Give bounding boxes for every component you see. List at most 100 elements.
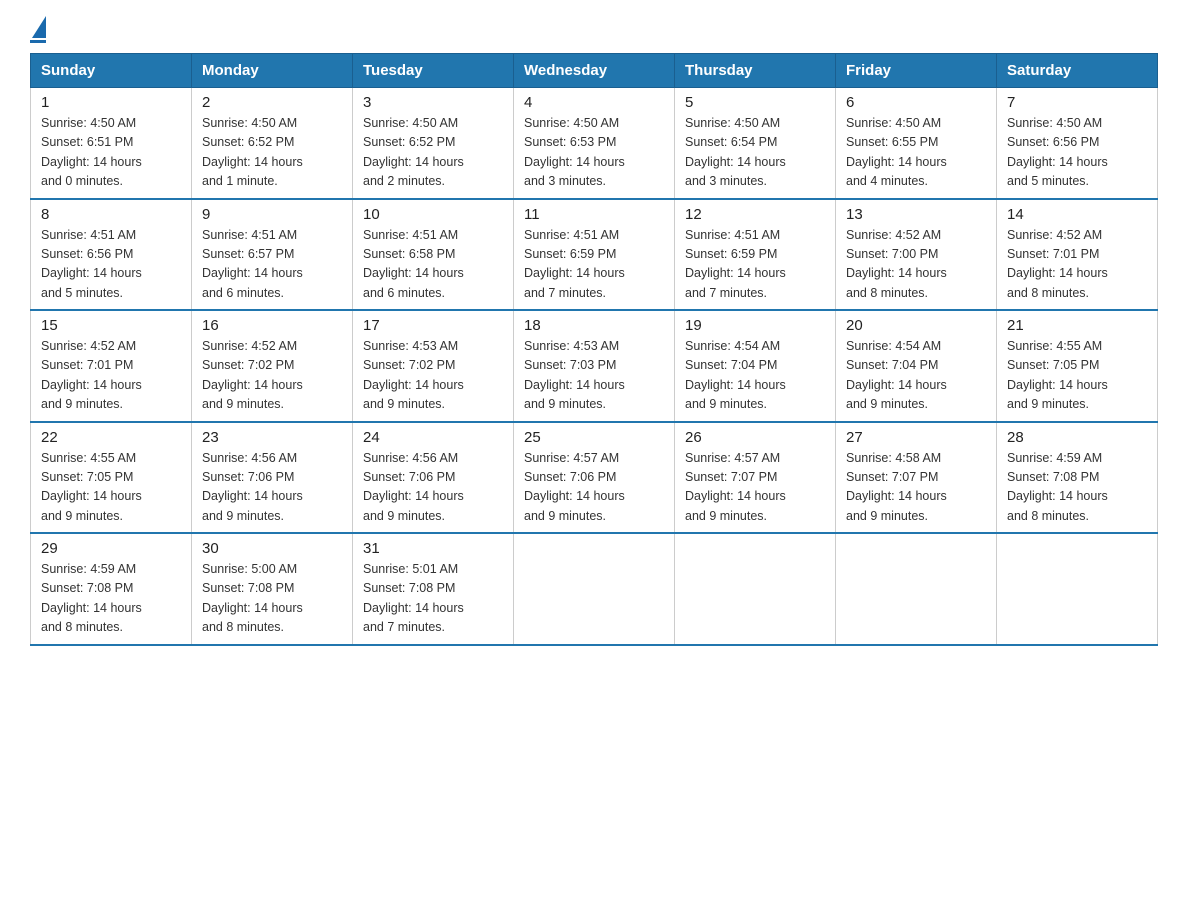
day-info: Sunrise: 4:52 AMSunset: 7:01 PMDaylight:… [1007, 226, 1147, 304]
day-info: Sunrise: 4:56 AMSunset: 7:06 PMDaylight:… [363, 449, 503, 527]
calendar-cell: 31 Sunrise: 5:01 AMSunset: 7:08 PMDayligh… [353, 533, 514, 645]
calendar-cell: 1 Sunrise: 4:50 AMSunset: 6:51 PMDaylight… [31, 88, 192, 199]
calendar-cell: 3 Sunrise: 4:50 AMSunset: 6:52 PMDaylight… [353, 88, 514, 199]
day-number: 2 [202, 94, 342, 111]
calendar-week-3: 15 Sunrise: 4:52 AMSunset: 7:01 PMDayligh… [31, 310, 1158, 422]
day-number: 30 [202, 540, 342, 557]
calendar-cell [836, 533, 997, 645]
day-number: 28 [1007, 429, 1147, 446]
day-number: 13 [846, 206, 986, 223]
day-number: 4 [524, 94, 664, 111]
day-number: 9 [202, 206, 342, 223]
day-info: Sunrise: 4:53 AMSunset: 7:03 PMDaylight:… [524, 337, 664, 415]
weekday-header-friday: Friday [836, 54, 997, 88]
day-info: Sunrise: 4:59 AMSunset: 7:08 PMDaylight:… [41, 560, 181, 638]
day-info: Sunrise: 4:50 AMSunset: 6:52 PMDaylight:… [202, 114, 342, 192]
logo-triangle-icon [32, 16, 46, 38]
calendar-cell: 8 Sunrise: 4:51 AMSunset: 6:56 PMDaylight… [31, 199, 192, 311]
calendar-cell: 7 Sunrise: 4:50 AMSunset: 6:56 PMDaylight… [997, 88, 1158, 199]
calendar-week-5: 29Sunrise: 4:59 AMSunset: 7:08 PMDayligh… [31, 533, 1158, 645]
day-info: Sunrise: 4:50 AMSunset: 6:56 PMDaylight:… [1007, 114, 1147, 192]
day-info: Sunrise: 4:55 AMSunset: 7:05 PMDaylight:… [1007, 337, 1147, 415]
calendar-cell: 25 Sunrise: 4:57 AMSunset: 7:06 PMDayligh… [514, 422, 675, 534]
weekday-header-wednesday: Wednesday [514, 54, 675, 88]
day-number: 1 [41, 94, 181, 111]
calendar-cell [997, 533, 1158, 645]
day-number: 18 [524, 317, 664, 334]
calendar-cell [514, 533, 675, 645]
day-number: 25 [524, 429, 664, 446]
calendar-cell: 15 Sunrise: 4:52 AMSunset: 7:01 PMDayligh… [31, 310, 192, 422]
calendar-cell: 13 Sunrise: 4:52 AMSunset: 7:00 PMDayligh… [836, 199, 997, 311]
weekday-header-monday: Monday [192, 54, 353, 88]
day-info: Sunrise: 4:52 AMSunset: 7:01 PMDaylight:… [41, 337, 181, 415]
calendar-week-2: 8 Sunrise: 4:51 AMSunset: 6:56 PMDaylight… [31, 199, 1158, 311]
calendar-cell: 5 Sunrise: 4:50 AMSunset: 6:54 PMDaylight… [675, 88, 836, 199]
weekday-header-thursday: Thursday [675, 54, 836, 88]
day-number: 26 [685, 429, 825, 446]
calendar-cell: 11Sunrise: 4:51 AMSunset: 6:59 PMDayligh… [514, 199, 675, 311]
day-info: Sunrise: 4:58 AMSunset: 7:07 PMDaylight:… [846, 449, 986, 527]
day-number: 5 [685, 94, 825, 111]
day-info: Sunrise: 5:00 AMSunset: 7:08 PMDaylight:… [202, 560, 342, 638]
calendar-cell: 26 Sunrise: 4:57 AMSunset: 7:07 PMDayligh… [675, 422, 836, 534]
calendar-cell: 21 Sunrise: 4:55 AMSunset: 7:05 PMDayligh… [997, 310, 1158, 422]
day-number: 6 [846, 94, 986, 111]
calendar-cell: 29Sunrise: 4:59 AMSunset: 7:08 PMDayligh… [31, 533, 192, 645]
day-number: 12 [685, 206, 825, 223]
logo [30, 20, 46, 43]
calendar-cell: 27Sunrise: 4:58 AMSunset: 7:07 PMDayligh… [836, 422, 997, 534]
calendar-cell: 14 Sunrise: 4:52 AMSunset: 7:01 PMDayligh… [997, 199, 1158, 311]
day-info: Sunrise: 4:57 AMSunset: 7:06 PMDaylight:… [524, 449, 664, 527]
calendar-cell: 22 Sunrise: 4:55 AMSunset: 7:05 PMDayligh… [31, 422, 192, 534]
day-info: Sunrise: 4:51 AMSunset: 6:57 PMDaylight:… [202, 226, 342, 304]
calendar-cell: 2 Sunrise: 4:50 AMSunset: 6:52 PMDaylight… [192, 88, 353, 199]
calendar-cell: 12 Sunrise: 4:51 AMSunset: 6:59 PMDayligh… [675, 199, 836, 311]
day-info: Sunrise: 4:50 AMSunset: 6:51 PMDaylight:… [41, 114, 181, 192]
calendar-cell: 24 Sunrise: 4:56 AMSunset: 7:06 PMDayligh… [353, 422, 514, 534]
day-info: Sunrise: 4:50 AMSunset: 6:55 PMDaylight:… [846, 114, 986, 192]
day-info: Sunrise: 4:55 AMSunset: 7:05 PMDaylight:… [41, 449, 181, 527]
logo-underline [30, 40, 46, 43]
day-number: 14 [1007, 206, 1147, 223]
day-number: 31 [363, 540, 503, 557]
day-info: Sunrise: 4:53 AMSunset: 7:02 PMDaylight:… [363, 337, 503, 415]
day-info: Sunrise: 4:51 AMSunset: 6:59 PMDaylight:… [685, 226, 825, 304]
day-info: Sunrise: 4:50 AMSunset: 6:52 PMDaylight:… [363, 114, 503, 192]
day-info: Sunrise: 4:50 AMSunset: 6:54 PMDaylight:… [685, 114, 825, 192]
day-number: 7 [1007, 94, 1147, 111]
day-info: Sunrise: 4:54 AMSunset: 7:04 PMDaylight:… [846, 337, 986, 415]
day-number: 21 [1007, 317, 1147, 334]
calendar-cell: 9 Sunrise: 4:51 AMSunset: 6:57 PMDaylight… [192, 199, 353, 311]
weekday-header-saturday: Saturday [997, 54, 1158, 88]
day-number: 10 [363, 206, 503, 223]
day-number: 15 [41, 317, 181, 334]
calendar-cell: 16Sunrise: 4:52 AMSunset: 7:02 PMDayligh… [192, 310, 353, 422]
calendar-cell: 18 Sunrise: 4:53 AMSunset: 7:03 PMDayligh… [514, 310, 675, 422]
calendar-table: SundayMondayTuesdayWednesdayThursdayFrid… [30, 53, 1158, 646]
day-number: 3 [363, 94, 503, 111]
calendar-cell: 20Sunrise: 4:54 AMSunset: 7:04 PMDayligh… [836, 310, 997, 422]
day-info: Sunrise: 4:51 AMSunset: 6:58 PMDaylight:… [363, 226, 503, 304]
day-info: Sunrise: 4:50 AMSunset: 6:53 PMDaylight:… [524, 114, 664, 192]
day-number: 22 [41, 429, 181, 446]
weekday-header-sunday: Sunday [31, 54, 192, 88]
day-info: Sunrise: 5:01 AMSunset: 7:08 PMDaylight:… [363, 560, 503, 638]
day-info: Sunrise: 4:51 AMSunset: 6:56 PMDaylight:… [41, 226, 181, 304]
day-info: Sunrise: 4:56 AMSunset: 7:06 PMDaylight:… [202, 449, 342, 527]
day-info: Sunrise: 4:59 AMSunset: 7:08 PMDaylight:… [1007, 449, 1147, 527]
day-info: Sunrise: 4:52 AMSunset: 7:00 PMDaylight:… [846, 226, 986, 304]
calendar-cell: 19Sunrise: 4:54 AMSunset: 7:04 PMDayligh… [675, 310, 836, 422]
day-info: Sunrise: 4:57 AMSunset: 7:07 PMDaylight:… [685, 449, 825, 527]
day-number: 23 [202, 429, 342, 446]
day-number: 8 [41, 206, 181, 223]
day-number: 19 [685, 317, 825, 334]
calendar-cell: 6 Sunrise: 4:50 AMSunset: 6:55 PMDaylight… [836, 88, 997, 199]
page-header [30, 20, 1158, 43]
calendar-header: SundayMondayTuesdayWednesdayThursdayFrid… [31, 54, 1158, 88]
day-number: 11 [524, 206, 664, 223]
day-number: 24 [363, 429, 503, 446]
calendar-cell: 23 Sunrise: 4:56 AMSunset: 7:06 PMDayligh… [192, 422, 353, 534]
calendar-cell: 10 Sunrise: 4:51 AMSunset: 6:58 PMDayligh… [353, 199, 514, 311]
calendar-cell: 28 Sunrise: 4:59 AMSunset: 7:08 PMDayligh… [997, 422, 1158, 534]
